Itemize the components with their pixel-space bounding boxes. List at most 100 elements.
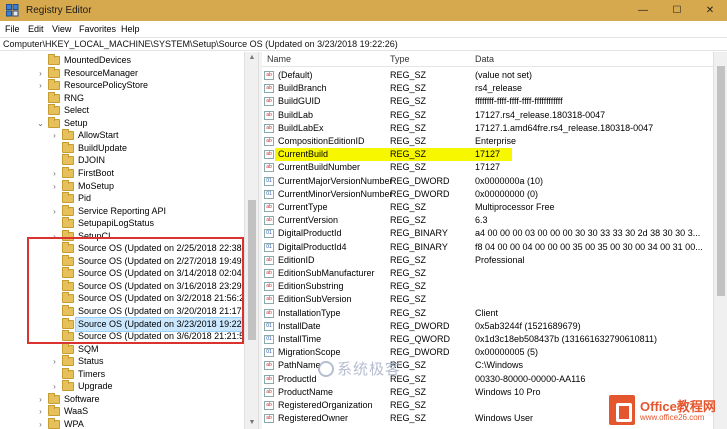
value-data: 0x00000005 (5) [475, 347, 539, 358]
value-row[interactable]: ab CurrentBuild REG_SZ 17127 [262, 148, 727, 162]
tree-scrollbar[interactable]: ▲ ▼ [244, 52, 258, 429]
close-button[interactable]: ✕ [693, 0, 727, 21]
tree-item-label: Software [64, 393, 100, 404]
binary-value-icon: 01 [264, 321, 274, 331]
value-type: REG_SZ [390, 215, 427, 226]
chevron-right-icon[interactable]: › [36, 67, 45, 80]
binary-value-icon: 01 [264, 189, 274, 199]
chevron-down-icon[interactable]: ⌄ [36, 117, 45, 130]
value-row[interactable]: ab CompositionEditionID REG_SZ Enterprise [262, 135, 727, 148]
string-value-icon: ab [264, 374, 274, 384]
value-row[interactable]: ab EditionID REG_SZ Professional [262, 254, 727, 267]
values-scrollbar[interactable] [713, 52, 727, 429]
value-type: REG_SZ [390, 400, 427, 410]
menu-edit[interactable]: Edit [28, 22, 44, 34]
value-name: CurrentBuildNumber [278, 162, 361, 173]
window-title: Registry Editor [26, 5, 92, 16]
tree-item-label: SetupapiLogStatus [78, 218, 155, 229]
chevron-right-icon[interactable]: › [50, 355, 59, 368]
value-type: REG_SZ [390, 136, 427, 146]
tree-item-label: Upgrade [78, 381, 113, 392]
tree-scroll-thumb[interactable] [248, 200, 256, 340]
string-value-icon: ab [264, 110, 274, 120]
chevron-right-icon[interactable]: › [36, 418, 45, 429]
value-row[interactable]: ab BuildLabEx REG_SZ 17127.1.amd64fre.rs4_r… [262, 122, 727, 135]
string-value-icon: ab [264, 71, 274, 80]
value-row[interactable]: ab BuildLab REG_SZ 17127.rs4_release.180318… [262, 109, 727, 122]
column-data-header[interactable]: Data [475, 54, 494, 64]
value-row[interactable]: ab (Default) REG_SZ (value not set) [262, 69, 727, 82]
string-value-icon: ab [264, 282, 274, 292]
value-type: REG_BINARY [390, 241, 448, 252]
scroll-down-arrow-icon[interactable]: ▼ [245, 417, 259, 429]
chevron-right-icon[interactable]: › [50, 167, 59, 180]
column-type-header[interactable]: Type [390, 54, 410, 64]
value-data: Enterprise [475, 136, 517, 146]
string-value-icon: ab [264, 414, 274, 424]
value-row[interactable]: 01 InstallDate REG_DWORD 0x5ab3244f (152168… [262, 320, 727, 333]
value-type: REG_BINARY [390, 228, 448, 239]
value-row[interactable]: ab CurrentVersion REG_SZ 6.3 [262, 214, 727, 227]
value-type: REG_SZ [390, 413, 427, 424]
value-row[interactable]: ab CurrentBuildNumber REG_SZ 17127 [262, 161, 727, 174]
folder-icon [48, 116, 60, 128]
maximize-button[interactable]: ☐ [660, 0, 694, 21]
chevron-right-icon[interactable]: › [36, 405, 45, 418]
chevron-right-icon[interactable]: › [50, 380, 59, 393]
folder-icon [62, 204, 74, 216]
value-name: BuildLab [278, 109, 314, 120]
value-data: 17127.1.amd64fre.rs4_release.180318-0047 [475, 122, 654, 133]
value-row[interactable]: 01 InstallTime REG_QWORD 0x1d3c18eb508437b … [262, 333, 727, 346]
tree-item-label: ResourcePolicyStore [64, 80, 149, 91]
column-name-header[interactable]: Name [267, 54, 291, 64]
chevron-right-icon[interactable]: › [50, 129, 59, 142]
menu-help[interactable]: Help [121, 22, 140, 34]
tree-item-label: RNG [64, 92, 84, 103]
value-type: REG_SZ [390, 281, 427, 292]
value-type: REG_QWORD [390, 334, 451, 344]
minimize-button[interactable]: — [626, 0, 660, 21]
value-row[interactable]: 01 DigitalProductId4 REG_BINARY f8 04 00 00… [262, 241, 727, 254]
value-type: REG_SZ [390, 202, 427, 212]
value-row[interactable]: ab EditionSubManufacturer REG_SZ [262, 267, 727, 280]
folder-icon [48, 392, 60, 404]
menu-file[interactable]: File [5, 22, 20, 34]
value-row[interactable]: 01 CurrentMinorVersionNumber REG_DWORD 0x00… [262, 188, 727, 201]
value-row[interactable]: ab InstallationType REG_SZ Client [262, 307, 727, 320]
value-data: 0x00000000 (0) [475, 188, 539, 199]
tree-item-label: BuildUpdate [78, 142, 128, 153]
value-row[interactable]: ab EditionSubVersion REG_SZ [262, 293, 727, 306]
value-row[interactable]: 01 DigitalProductId REG_BINARY a4 00 00 00 … [262, 227, 727, 240]
value-row[interactable]: ab BuildBranch REG_SZ rs4_release [262, 82, 727, 95]
value-data: rs4_release [475, 83, 523, 94]
value-row[interactable]: ab EditionSubstring REG_SZ [262, 280, 727, 293]
value-type: REG_SZ [390, 83, 427, 94]
values-scroll-thumb[interactable] [717, 66, 725, 296]
chevron-right-icon[interactable]: › [36, 79, 45, 92]
value-row[interactable]: 01 CurrentMajorVersionNumber REG_DWORD 0x00… [262, 175, 727, 188]
value-name: DigitalProductId [278, 228, 342, 239]
value-data: Windows User [475, 413, 534, 424]
chevron-right-icon[interactable]: › [50, 180, 59, 193]
tree-item-label: DJOIN [78, 155, 105, 166]
value-data: a4 00 00 00 03 00 00 00 30 30 33 33 30 2… [475, 228, 701, 239]
value-row[interactable]: ab BuildGUID REG_SZ ffffffff-ffff-ffff-ffff… [262, 95, 727, 108]
chevron-right-icon[interactable]: › [36, 393, 45, 406]
string-value-icon: ab [264, 255, 274, 265]
tree-item-label: Status [78, 356, 104, 367]
value-type: REG_DWORD [390, 175, 450, 186]
value-data: 6.3 [475, 215, 488, 226]
value-row[interactable]: ab CurrentType REG_SZ Multiprocessor Free [262, 201, 727, 214]
menu-favorites[interactable]: Favorites [79, 22, 116, 34]
chevron-right-icon[interactable]: › [50, 205, 59, 218]
address-bar[interactable]: Computer\HKEY_LOCAL_MACHINE\SYSTEM\Setup… [0, 37, 727, 51]
binary-value-icon: 01 [264, 348, 274, 358]
folder-icon [62, 380, 74, 392]
value-type: REG_SZ [390, 148, 427, 162]
menu-view[interactable]: View [52, 22, 71, 34]
value-name: BuildLabEx [278, 122, 324, 133]
folder-icon [62, 141, 74, 153]
office-url: www.office26.com [640, 413, 705, 422]
value-name: EditionSubManufacturer [278, 268, 375, 278]
scroll-up-arrow-icon[interactable]: ▲ [245, 52, 259, 64]
